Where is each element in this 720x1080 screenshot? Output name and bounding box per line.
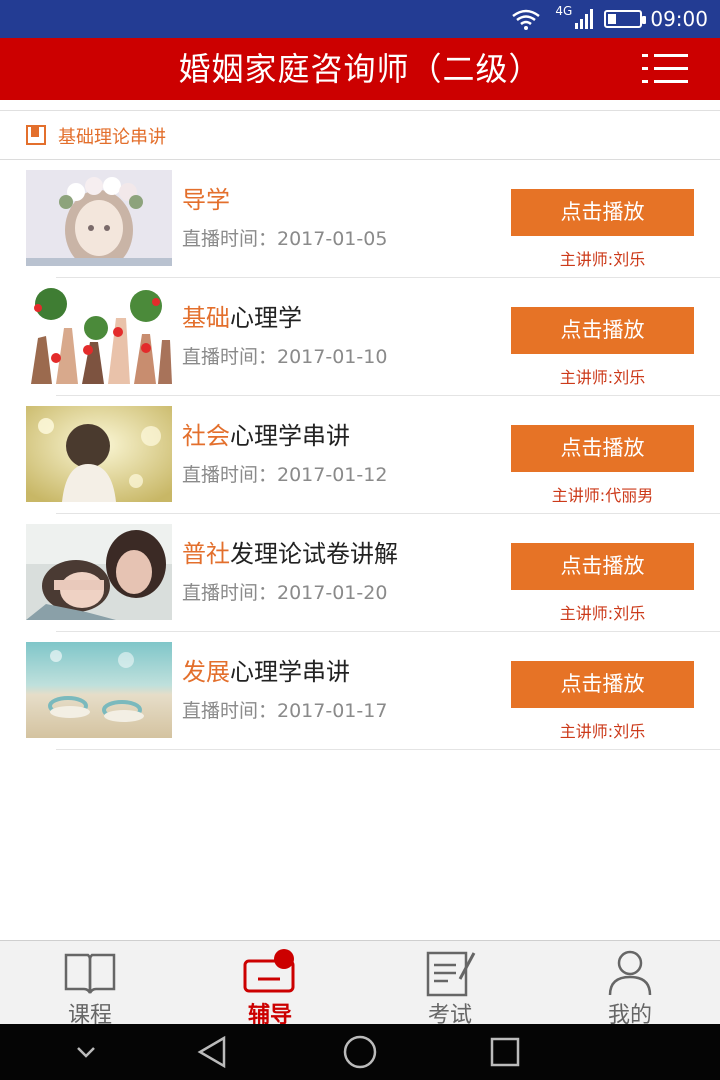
list-item[interactable]: 发展心理学串讲 直播时间：2017-01-17 点击播放 主讲师:刘乐 — [0, 632, 720, 750]
course-thumbnail — [26, 406, 172, 502]
battery-icon — [604, 10, 647, 28]
network-type: 4G — [555, 4, 573, 18]
tab-tutoring[interactable]: 辅导 — [180, 941, 360, 1028]
play-button[interactable]: 点击播放 — [511, 543, 694, 590]
course-title: 基础心理学 — [182, 304, 302, 332]
section-header: 基础理论串讲 — [0, 110, 720, 160]
list-item[interactable]: 导学 直播时间：2017-01-05 点击播放 主讲师:刘乐 — [0, 160, 720, 278]
list-item[interactable]: 基础心理学 直播时间：2017-01-10 点击播放 主讲师:刘乐 — [0, 278, 720, 396]
book-icon — [64, 953, 116, 994]
system-nav-bar — [0, 1024, 720, 1080]
lecturer-name: 主讲师:刘乐 — [559, 368, 646, 387]
bottom-tab-bar: 课程 辅导 考试 我的 — [0, 940, 720, 1028]
user-icon — [608, 950, 652, 996]
tab-exam[interactable]: 考试 — [360, 941, 540, 1028]
menu-icon[interactable] — [642, 52, 688, 86]
section-title: 基础理论串讲 — [58, 127, 166, 148]
page-title: 婚姻家庭咨询师（二级） — [178, 50, 542, 88]
lecturer-name: 主讲师:代丽男 — [551, 486, 654, 505]
signal-icon — [575, 9, 594, 29]
course-title: 导学 — [182, 186, 230, 214]
list-item[interactable]: 社会心理学串讲 直播时间：2017-01-12 点击播放 主讲师:代丽男 — [0, 396, 720, 514]
wifi-icon — [512, 9, 541, 30]
play-button[interactable]: 点击播放 — [511, 661, 694, 708]
play-button[interactable]: 点击播放 — [511, 307, 694, 354]
play-button[interactable]: 点击播放 — [511, 425, 694, 472]
recents-icon[interactable] — [476, 1032, 536, 1072]
app-bar: 婚姻家庭咨询师（二级） — [0, 38, 720, 100]
broadcast-date: 直播时间：2017-01-20 — [182, 582, 388, 604]
course-thumbnail — [26, 642, 172, 738]
tab-courses[interactable]: 课程 — [0, 941, 180, 1028]
lecturer-name: 主讲师:刘乐 — [559, 250, 646, 269]
lecturer-name: 主讲师:刘乐 — [559, 604, 646, 623]
course-thumbnail — [26, 524, 172, 620]
status-bar: 4G 09:00 — [0, 0, 720, 38]
course-title: 发展心理学串讲 — [182, 658, 350, 686]
lecturer-name: 主讲师:刘乐 — [559, 722, 646, 741]
chevron-down-icon[interactable] — [56, 1032, 116, 1072]
play-button[interactable]: 点击播放 — [511, 189, 694, 236]
broadcast-date: 直播时间：2017-01-10 — [182, 346, 388, 368]
course-title: 社会心理学串讲 — [182, 422, 350, 450]
course-thumbnail — [26, 170, 172, 266]
course-thumbnail — [26, 288, 172, 384]
exam-icon — [426, 951, 476, 997]
home-icon[interactable] — [330, 1032, 390, 1072]
status-time: 09:00 — [650, 7, 708, 31]
tab-profile[interactable]: 我的 — [540, 941, 720, 1028]
course-title: 普社发理论试卷讲解 — [182, 540, 398, 568]
bookmark-icon — [26, 125, 46, 145]
broadcast-date: 直播时间：2017-01-17 — [182, 700, 388, 722]
broadcast-date: 直播时间：2017-01-05 — [182, 228, 388, 250]
tutoring-icon — [243, 949, 295, 993]
list-item[interactable]: 普社发理论试卷讲解 直播时间：2017-01-20 点击播放 主讲师:刘乐 — [0, 514, 720, 632]
back-icon[interactable] — [184, 1032, 244, 1072]
broadcast-date: 直播时间：2017-01-12 — [182, 464, 388, 486]
